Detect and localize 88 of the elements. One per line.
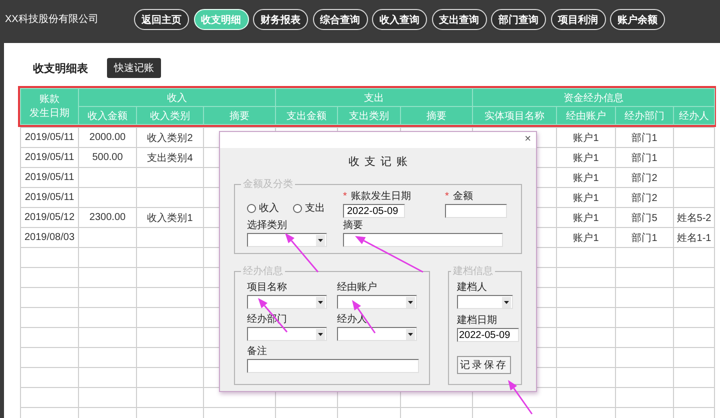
table-cell: 账户1 bbox=[556, 128, 616, 148]
nav-button[interactable]: 部门查询 bbox=[491, 9, 546, 30]
nav-button[interactable]: 返回主页 bbox=[134, 9, 189, 30]
caret-icon bbox=[502, 296, 511, 308]
caret-icon bbox=[406, 328, 415, 340]
table-cell: 账户1 bbox=[556, 208, 616, 228]
table-cell: 部门1 bbox=[616, 228, 674, 248]
column-header: 收入类别 bbox=[136, 106, 204, 124]
column-group-header: 资金经办信息 bbox=[472, 88, 714, 106]
column-header: 实体项目名称 bbox=[472, 106, 556, 124]
quick-entry-button[interactable]: 快速记账 bbox=[107, 58, 161, 78]
table-cell: 部门1 bbox=[616, 148, 674, 168]
column-header: 经办人 bbox=[674, 106, 714, 124]
nav-button[interactable]: 项目利润 bbox=[550, 9, 606, 30]
table-cell: 部门5 bbox=[616, 208, 674, 228]
table-cell: 部门2 bbox=[616, 188, 674, 208]
table-cell: 账户1 bbox=[556, 168, 616, 188]
table-cell: 姓名1-1 bbox=[674, 228, 714, 248]
table-cell: 2019/05/12 bbox=[20, 208, 78, 228]
field-label: 项目名称 bbox=[247, 282, 287, 294]
field-label: 金额 bbox=[452, 191, 473, 203]
input-field[interactable] bbox=[343, 233, 503, 247]
field-label: 建档人 bbox=[457, 282, 487, 294]
column-header: 经办部门 bbox=[616, 106, 674, 124]
caret-icon bbox=[316, 234, 325, 246]
pointer-arrow bbox=[508, 380, 533, 414]
input-field[interactable] bbox=[445, 204, 507, 218]
nav-button[interactable]: 综合查询 bbox=[312, 9, 368, 30]
caret-icon bbox=[406, 296, 415, 308]
table-cell: 2019/05/11 bbox=[20, 168, 78, 188]
table-cell: 账户1 bbox=[556, 228, 616, 248]
dropdown-field[interactable] bbox=[337, 295, 417, 309]
table-cell: 收入类别2 bbox=[136, 128, 204, 148]
table-cell: 2019/05/11 bbox=[20, 188, 78, 208]
required-mark: * bbox=[343, 191, 347, 203]
column-header: 摘要 bbox=[204, 106, 276, 124]
nav-button[interactable]: 支出查询 bbox=[432, 9, 486, 30]
save-button[interactable]: 记录保存 bbox=[457, 356, 511, 374]
dropdown-field[interactable] bbox=[247, 295, 327, 309]
table-cell: 2019/08/03 bbox=[20, 228, 78, 248]
field-label: 选择类别 bbox=[247, 220, 287, 232]
field-label: 备注 bbox=[247, 346, 267, 358]
pointer-arrow bbox=[355, 236, 424, 273]
dropdown-field[interactable] bbox=[247, 233, 327, 247]
table-cell: 部门2 bbox=[616, 168, 674, 188]
company-name: XX科技股份有限公司 bbox=[4, 12, 100, 26]
caret-icon bbox=[316, 328, 325, 340]
column-header: 支出金额 bbox=[276, 106, 338, 124]
table-cell: 支出类别4 bbox=[136, 148, 204, 168]
column-group-header: 收入 bbox=[78, 88, 276, 106]
pointer-arrow bbox=[258, 298, 288, 332]
table-cell: 2000.00 bbox=[78, 128, 136, 148]
input-field[interactable]: 2022-05-09 bbox=[343, 204, 405, 218]
table-cell: 500.00 bbox=[78, 148, 136, 168]
table-cell: 2019/05/11 bbox=[20, 128, 78, 148]
field-label: 摘要 bbox=[343, 220, 363, 232]
table-cell: 部门1 bbox=[616, 128, 674, 148]
column-header: 支出类别 bbox=[338, 106, 400, 124]
table-cell: 账户1 bbox=[556, 188, 616, 208]
dropdown-field[interactable] bbox=[337, 327, 417, 341]
field-label: 经由账户 bbox=[337, 282, 377, 294]
required-mark: * bbox=[445, 191, 449, 203]
table-cell: 2300.00 bbox=[78, 208, 136, 228]
field-label: 建档日期 bbox=[457, 315, 497, 327]
close-button[interactable]: × bbox=[524, 132, 536, 148]
radio-option[interactable]: 支出 bbox=[293, 201, 325, 215]
nav-button[interactable]: 收入查询 bbox=[372, 9, 427, 30]
table-cell: 2019/05/11 bbox=[20, 148, 78, 168]
table-cell: 账户1 bbox=[556, 148, 616, 168]
page-title: 收支明细表 bbox=[33, 62, 89, 76]
dialog-title: 收支记账 bbox=[348, 155, 414, 170]
dropdown-field[interactable] bbox=[247, 327, 327, 341]
column-header: 收入金额 bbox=[78, 106, 136, 124]
input-field[interactable] bbox=[247, 359, 419, 373]
caret-icon bbox=[316, 296, 325, 308]
table-cell: 姓名5-2 bbox=[674, 208, 714, 228]
dropdown-field[interactable] bbox=[457, 295, 513, 309]
column-header: 账款 发生日期 bbox=[20, 88, 78, 124]
column-header: 摘要 bbox=[400, 106, 472, 124]
input-field[interactable]: 2022-05-09 bbox=[457, 328, 519, 342]
column-header: 经由账户 bbox=[556, 106, 616, 124]
column-group-header: 支出 bbox=[276, 88, 472, 106]
radio-option[interactable]: 收入 bbox=[247, 201, 279, 215]
nav-button[interactable]: 账户余额 bbox=[610, 9, 665, 30]
pointer-arrow bbox=[285, 233, 319, 272]
table-cell: 收入类别1 bbox=[136, 208, 204, 228]
nav-button[interactable]: 财务报表 bbox=[253, 9, 308, 30]
field-label: 账款发生日期 bbox=[350, 191, 411, 203]
